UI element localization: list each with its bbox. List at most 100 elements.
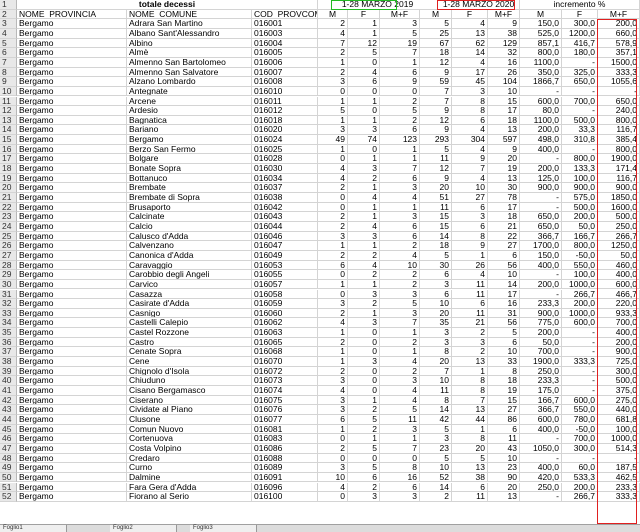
row-number[interactable]: 18	[0, 164, 17, 174]
m-increment-cell[interactable]: 700,0	[520, 347, 562, 358]
f-increment-cell[interactable]: -	[562, 57, 598, 68]
f-increment-cell[interactable]: 1000,0	[562, 279, 598, 290]
comune-cell[interactable]: Almenno San Salvatore	[127, 67, 252, 78]
row-number[interactable]: 48	[0, 453, 17, 464]
cod-provcom-cell[interactable]: 016081	[252, 424, 318, 435]
mf-2019-cell[interactable]: 10	[380, 260, 420, 271]
comune-cell[interactable]: Cene	[127, 357, 252, 367]
m-2020-cell[interactable]: 35	[420, 318, 452, 329]
f-increment-cell[interactable]: 100,0	[562, 173, 598, 184]
mf-2019-cell[interactable]: 5	[380, 28, 420, 39]
row-number[interactable]: 20	[0, 183, 17, 193]
mf-increment-cell[interactable]: 900,0	[598, 347, 640, 358]
comune-cell[interactable]: Calcio	[127, 221, 252, 232]
f-2019-cell[interactable]: 3	[348, 357, 380, 367]
m-2019-cell[interactable]: 1	[318, 279, 348, 290]
m-2020-cell[interactable]: 20	[420, 308, 452, 319]
mf-2020-cell[interactable]: 17	[488, 202, 520, 213]
row-number[interactable]: 28	[0, 260, 17, 271]
row-number[interactable]: 10	[0, 86, 17, 97]
f-2019-cell[interactable]: 1	[348, 115, 380, 126]
cod-provcom-cell[interactable]: 016053	[252, 260, 318, 271]
f-increment-cell[interactable]: 1200,0	[562, 28, 598, 39]
mf-increment-cell[interactable]: 700,0	[598, 318, 640, 329]
m-2020-cell[interactable]: 10	[420, 463, 452, 473]
cod-provcom-cell[interactable]: 016058	[252, 289, 318, 300]
mf-increment-cell[interactable]: 116,7	[598, 173, 640, 184]
comune-cell[interactable]: Chignolo d'Isola	[127, 366, 252, 377]
mf-2020-cell[interactable]: 10	[488, 86, 520, 97]
mf-2020-cell[interactable]: 32	[488, 48, 520, 58]
mf-2019-cell[interactable]: 4	[380, 386, 420, 396]
m-increment-cell[interactable]: 600,0	[520, 96, 562, 107]
f-increment-cell[interactable]: 100,0	[562, 270, 598, 280]
comune-cell[interactable]: Calusco d'Adda	[127, 231, 252, 242]
f-2019-cell[interactable]: 0	[348, 106, 380, 116]
f-2020-cell[interactable]: 7	[452, 395, 488, 406]
mf-increment-cell[interactable]: 187,5	[598, 463, 640, 473]
f-2019-cell[interactable]: 5	[348, 414, 380, 425]
sheet-title[interactable]: totale decessi	[17, 0, 318, 10]
m-2020-cell[interactable]: 6	[420, 270, 452, 280]
comune-cell[interactable]: Casazza	[127, 289, 252, 300]
row-number[interactable]: 41	[0, 386, 17, 396]
mf-increment-cell[interactable]: 240,0	[598, 106, 640, 116]
m-2020-cell[interactable]: 5	[420, 250, 452, 261]
f-2019-cell[interactable]: 1	[348, 202, 380, 213]
cod-provcom-cell[interactable]: 016047	[252, 241, 318, 251]
cod-provcom-cell[interactable]: 016057	[252, 279, 318, 290]
cod-provcom-cell[interactable]: 016077	[252, 414, 318, 425]
cod-provcom-cell[interactable]: 016074	[252, 386, 318, 396]
mf-increment-cell[interactable]: 100,0	[598, 424, 640, 435]
column-header-mi[interactable]: M	[520, 9, 562, 20]
comune-cell[interactable]: Castel Rozzone	[127, 328, 252, 338]
m-2020-cell[interactable]: 5	[420, 19, 452, 29]
row-number[interactable]: 24	[0, 221, 17, 232]
provincia-cell[interactable]: Bergamo	[17, 289, 127, 300]
f-2020-cell[interactable]: 11	[452, 289, 488, 300]
mf-increment-cell[interactable]: 1850,0	[598, 193, 640, 203]
f-2019-cell[interactable]: 5	[348, 443, 380, 454]
mf-increment-cell[interactable]: 466,7	[598, 289, 640, 300]
mf-increment-cell[interactable]: 1055,6	[598, 77, 640, 87]
m-2020-cell[interactable]: 18	[420, 48, 452, 58]
cod-provcom-cell[interactable]: 016075	[252, 395, 318, 406]
comune-cell[interactable]: Comun Nuovo	[127, 424, 252, 435]
comune-cell[interactable]: Fiorano al Serio	[127, 492, 252, 502]
m-2020-cell[interactable]: 7	[420, 96, 452, 107]
f-2020-cell[interactable]: 11	[452, 279, 488, 290]
mf-2019-cell[interactable]: 1	[380, 347, 420, 358]
m-2020-cell[interactable]: 51	[420, 193, 452, 203]
mf-2020-cell[interactable]: 14	[488, 279, 520, 290]
f-2019-cell[interactable]: 4	[348, 67, 380, 78]
row-number[interactable]: 21	[0, 193, 17, 203]
cod-provcom-cell[interactable]: 016034	[252, 173, 318, 184]
m-2019-cell[interactable]: 0	[318, 270, 348, 280]
m-2020-cell[interactable]: 3	[420, 434, 452, 444]
mf-increment-cell[interactable]: 50,0	[598, 250, 640, 261]
f-2020-cell[interactable]: 1	[452, 424, 488, 435]
row-number[interactable]: 25	[0, 231, 17, 242]
m-2019-cell[interactable]: 1	[318, 241, 348, 251]
m-2019-cell[interactable]: 2	[318, 443, 348, 454]
m-2019-cell[interactable]: 1	[318, 96, 348, 107]
tab-foglio2[interactable]: Foglio2	[110, 525, 177, 532]
m-2020-cell[interactable]: 9	[420, 125, 452, 136]
mf-2020-cell[interactable]: 17	[488, 106, 520, 116]
row-number[interactable]: 43	[0, 405, 17, 415]
mf-2020-cell[interactable]: 104	[488, 77, 520, 87]
mf-increment-cell[interactable]: 725,0	[598, 357, 640, 367]
f-2019-cell[interactable]: 1	[348, 154, 380, 165]
m-2020-cell[interactable]: 23	[420, 443, 452, 454]
mf-2019-cell[interactable]: 11	[380, 414, 420, 425]
m-2019-cell[interactable]: 4	[318, 386, 348, 396]
provincia-cell[interactable]: Bergamo	[17, 424, 127, 435]
m-2020-cell[interactable]: 8	[420, 395, 452, 406]
f-2019-cell[interactable]: 1	[348, 279, 380, 290]
f-2020-cell[interactable]: 27	[452, 193, 488, 203]
mf-2020-cell[interactable]: 23	[488, 463, 520, 473]
cod-provcom-cell[interactable]: 016008	[252, 77, 318, 87]
f-increment-cell[interactable]: 333,3	[562, 357, 598, 367]
mf-2020-cell[interactable]: 20	[488, 482, 520, 493]
provincia-cell[interactable]: Bergamo	[17, 193, 127, 203]
